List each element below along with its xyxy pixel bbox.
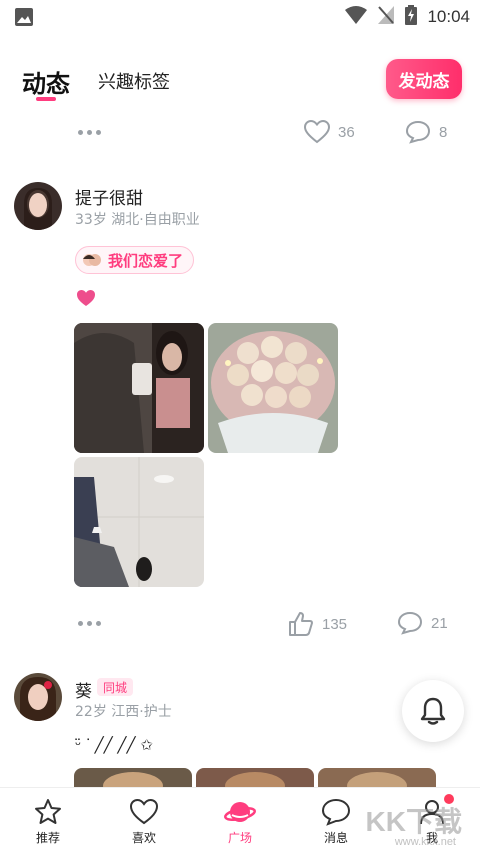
battery-charging-icon [405,5,418,29]
wifi-icon [345,5,368,29]
same-city-badge: 同城 [97,678,134,696]
username[interactable]: 葵 [75,677,92,702]
nav-likes[interactable]: 喜欢 [96,788,192,853]
comment-button[interactable]: 21 [397,611,448,635]
nav-square[interactable]: 广场 [192,788,288,853]
watermark-url: www.kkx.net [394,836,456,848]
heart-icon [129,798,159,825]
clock: 10:04 [427,7,470,26]
comment-icon [405,120,431,144]
bell-icon [420,697,446,725]
like-button[interactable]: 135 [288,611,347,637]
tab-interest-tags[interactable]: 兴趣标签 [98,68,170,94]
relationship-tag[interactable]: 我们恋爱了 [75,246,195,274]
comment-count: 8 [439,123,448,141]
nav-label: 喜欢 [131,831,156,845]
no-signal-icon [377,5,395,29]
post-text: ᵕ̈ ᐝ ╱╱ ╱╱ ✩ [75,736,153,754]
status-bar: 10:04 [0,0,480,34]
relationship-tag-label: 我们恋爱了 [108,251,184,270]
avatar[interactable] [14,182,62,230]
active-tab-indicator [36,97,56,101]
username[interactable]: 提子很甜 [75,184,143,209]
nav-label: 推荐 [35,831,60,845]
notification-button[interactable] [402,680,464,742]
post-actions: 135 21 [0,611,480,641]
user-meta: 33岁 湖北·自由职业 [75,212,200,228]
comment-count: 21 [431,614,448,632]
comment-button[interactable]: 8 [405,120,447,144]
nav-recommend[interactable]: 推荐 [0,788,96,853]
like-count: 135 [322,615,348,633]
create-post-button[interactable]: 发动态 [386,59,462,99]
tab-feed[interactable]: 动态 [22,64,70,99]
nav-label: 消息 [323,831,348,845]
image-notification-icon [14,7,34,31]
star-icon [35,799,61,824]
planet-icon [224,802,256,822]
thumbs-up-icon [289,612,313,636]
like-button[interactable]: 36 [304,120,355,144]
like-count: 36 [338,123,355,141]
couple-avatar-icon [83,254,101,266]
post-photo[interactable] [208,323,338,453]
user-meta: 22岁 江西·护士 [75,704,172,720]
watermark-logo: KK下载 [365,806,462,837]
prev-post-actions: 36 8 [0,120,480,150]
header: 动态 兴趣标签 发动态 [0,44,480,114]
comment-icon [397,611,423,635]
heart-outline-icon [304,120,330,144]
avatar[interactable] [14,673,62,721]
message-icon [321,798,351,826]
more-options-icon[interactable] [78,130,101,135]
post-photo[interactable] [74,323,204,453]
more-options-icon[interactable] [78,621,101,626]
nav-label: 广场 [227,831,252,845]
post-photo[interactable] [74,457,204,587]
heart-icon [76,289,96,311]
